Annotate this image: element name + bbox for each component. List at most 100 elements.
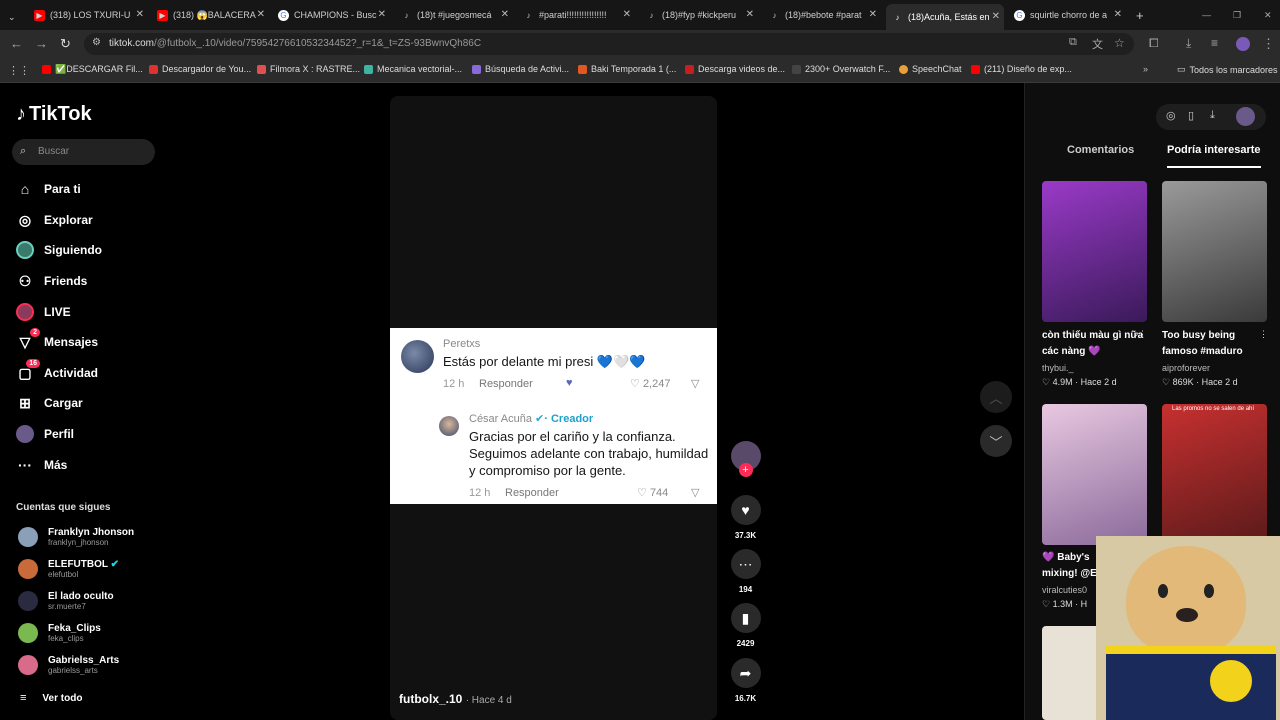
following-account[interactable]: ELEFUTBOL ✔ elefutbol	[18, 556, 119, 582]
like-button[interactable]: ♥ 37.3K	[729, 495, 762, 540]
previous-video-button[interactable]: ︿	[980, 381, 1012, 413]
star-icon[interactable]: ☆	[1114, 36, 1125, 50]
close-window-button[interactable]: ✕	[1258, 4, 1274, 26]
tab-podria-interesarte[interactable]: Podría interesarte	[1167, 144, 1261, 168]
address-bar[interactable]: ⚙ tiktok.com/@futbolx_.10/video/75954276…	[84, 33, 1134, 55]
close-icon[interactable]: ✕	[1114, 9, 1122, 20]
tiktok-logo[interactable]: ♪ TikTok	[16, 103, 92, 126]
browser-tab[interactable]: ▶ (318) LOS TXURI-U ✕	[28, 4, 148, 26]
video-author[interactable]: thybui._	[1042, 363, 1074, 373]
restore-button[interactable]: ❐	[1227, 4, 1243, 26]
video-author[interactable]: viralcuties0	[1042, 585, 1087, 595]
avatar	[18, 591, 38, 611]
close-icon[interactable]: ✕	[378, 9, 386, 20]
bookmark-item[interactable]: ✅DESCARGAR Fil...	[42, 64, 143, 75]
sidebar-item-para-ti[interactable]: ⌂ Para ti	[16, 178, 81, 200]
more-icon[interactable]: ⋮	[1259, 329, 1268, 340]
minimize-button[interactable]: —	[1196, 4, 1212, 26]
speechchat-icon	[899, 64, 908, 74]
browser-tab[interactable]: G CHAMPIONS - Busc ✕	[272, 4, 390, 26]
video-title[interactable]: Too busy being famoso #maduro	[1162, 328, 1270, 360]
bookmark-item[interactable]: Descarga videos de...	[685, 64, 785, 74]
search-input[interactable]: ⌕ Buscar	[12, 139, 155, 165]
download-icon[interactable]: ⤓	[1186, 36, 1191, 51]
close-icon[interactable]: ✕	[257, 9, 265, 20]
following-account[interactable]: Franklyn Jhonson franklyn_jhonson	[18, 524, 134, 550]
reload-icon[interactable]: ↻	[60, 36, 71, 52]
video-thumbnail[interactable]	[1162, 181, 1267, 322]
sidebar-item-perfil[interactable]: Perfil	[16, 423, 74, 445]
bookmark-item[interactable]: SpeechChat	[899, 64, 962, 74]
tab-search-dropdown[interactable]: ⌄	[2, 6, 24, 28]
media-icon[interactable]: ≡	[1211, 36, 1218, 50]
download-icon[interactable]: ⤓	[1210, 109, 1215, 122]
new-tab-button[interactable]: +	[1130, 4, 1150, 26]
install-icon[interactable]: ⧉	[1069, 36, 1077, 49]
menu-icon[interactable]: ⋮	[1262, 36, 1275, 52]
browser-tab[interactable]: ♪ (18)#fyp #kickperu ✕	[640, 4, 758, 26]
bookmark-item[interactable]: 2300+ Overwatch F...	[792, 64, 890, 74]
bookmark-item[interactable]: Mecanica vectorial-...	[364, 64, 462, 74]
dog-nose	[1176, 608, 1198, 622]
sidebar-item-mas[interactable]: ··· Más	[16, 454, 67, 476]
comment-button[interactable]: ⋯ 194	[729, 549, 762, 594]
save-button[interactable]: ▮ 2429	[729, 603, 762, 648]
sidebar-item-mensajes[interactable]: ▽ 2 Mensajes	[16, 328, 98, 353]
bookmark-item[interactable]: Descargador de You...	[149, 64, 251, 74]
close-icon[interactable]: ✕	[136, 9, 144, 20]
device-icon[interactable]: ▯	[1188, 109, 1194, 122]
video-player[interactable]: Peretxs Estás por delante mi presi 💙🤍💙 1…	[390, 96, 717, 720]
following-account[interactable]: Feka_Clips feka_clips	[18, 620, 101, 646]
back-icon[interactable]: ←	[10, 36, 23, 51]
video-author[interactable]: aiproforever	[1162, 363, 1210, 373]
compass-icon[interactable]: ◎	[1166, 109, 1176, 122]
browser-tab[interactable]: Gsquirtle chorro de a ✕	[1008, 4, 1126, 26]
browser-tab-active[interactable]: ♪ (18)Acuña, Estás en ✕	[886, 4, 1004, 30]
next-video-button[interactable]: ﹀	[980, 425, 1012, 457]
browser-tab[interactable]: ♪ (18)#bebote #parat ✕	[763, 4, 881, 26]
browser-tab[interactable]: ♪ #parati!!!!!!!!!!!!!!!! ✕	[517, 4, 635, 26]
avatar[interactable]	[1236, 37, 1250, 51]
bookmark-item[interactable]: Búsqueda de Activi...	[472, 64, 569, 74]
sidebar-item-actividad[interactable]: ▢ 16 Actividad	[16, 359, 98, 384]
more-bookmarks-icon[interactable]: »	[1143, 64, 1148, 74]
sidebar-item-friends[interactable]: ⚇ Friends	[16, 270, 88, 292]
video-title[interactable]: 💜 Baby's mixing! @E	[1042, 550, 1102, 582]
avatar[interactable]	[1236, 107, 1255, 126]
more-icon[interactable]: ⋮	[1138, 329, 1147, 340]
video-title[interactable]: còn thiếu màu gì nữa các nàng 💜	[1042, 328, 1150, 360]
bookmark-item[interactable]: Filmora X : RASTRE...	[257, 64, 360, 74]
close-icon[interactable]: ✕	[869, 9, 877, 20]
forward-icon[interactable]: →	[35, 36, 48, 51]
browser-tab[interactable]: ▶ (318) 😱BALACERA ✕	[151, 4, 269, 26]
translate-icon[interactable]: 文	[1092, 36, 1103, 52]
following-account[interactable]: El lado oculto sr.muerte7	[18, 588, 114, 614]
video-thumbnail[interactable]	[1042, 404, 1147, 545]
sidebar-item-explorar[interactable]: ◎ Explorar	[16, 209, 93, 231]
video-thumbnail[interactable]: Las promos no se salen de ahí	[1162, 404, 1267, 545]
close-icon[interactable]: ✕	[623, 9, 631, 20]
see-all-link[interactable]: ≡ Ver todo	[20, 685, 82, 711]
sidebar-item-siguiendo[interactable]: Siguiendo	[16, 239, 102, 261]
bookmark-item[interactable]: Baki Temporada 1 (...	[578, 64, 676, 74]
extensions-icon[interactable]: ⧠	[1149, 36, 1159, 51]
close-icon[interactable]: ✕	[746, 9, 754, 20]
follow-plus-icon[interactable]: +	[738, 463, 753, 477]
tab-comments[interactable]: Comentarios	[1067, 144, 1134, 156]
apps-icon[interactable]: ⋮⋮	[8, 64, 30, 77]
video-thumbnail[interactable]	[1042, 181, 1147, 322]
close-icon[interactable]: ✕	[501, 9, 509, 20]
sidebar-item-cargar[interactable]: ⊞ Cargar	[16, 392, 83, 414]
video-author[interactable]: futbolx_.10 · Hace 4 d	[399, 692, 512, 706]
sidebar-item-live[interactable]: LIVE	[16, 301, 71, 323]
close-icon[interactable]: ✕	[992, 11, 1000, 22]
reply-text: Gracias por el cariño y la confianza. Se…	[469, 429, 709, 478]
creator-avatar-button[interactable]: +	[729, 441, 762, 477]
share-button[interactable]: ➦ 16.7K	[729, 658, 762, 703]
following-account[interactable]: Gabrielss_Arts gabrielss_arts	[18, 652, 119, 678]
dog-eye	[1204, 584, 1214, 598]
all-bookmarks-folder[interactable]: ▭ Todos los marcadores	[1177, 64, 1278, 75]
bookmark-item[interactable]: (211) Diseño de exp...	[971, 64, 1072, 74]
browser-tab[interactable]: ♪ (18)t #juegosmecá ✕	[395, 4, 513, 26]
site-info-icon[interactable]: ⚙	[92, 37, 101, 48]
